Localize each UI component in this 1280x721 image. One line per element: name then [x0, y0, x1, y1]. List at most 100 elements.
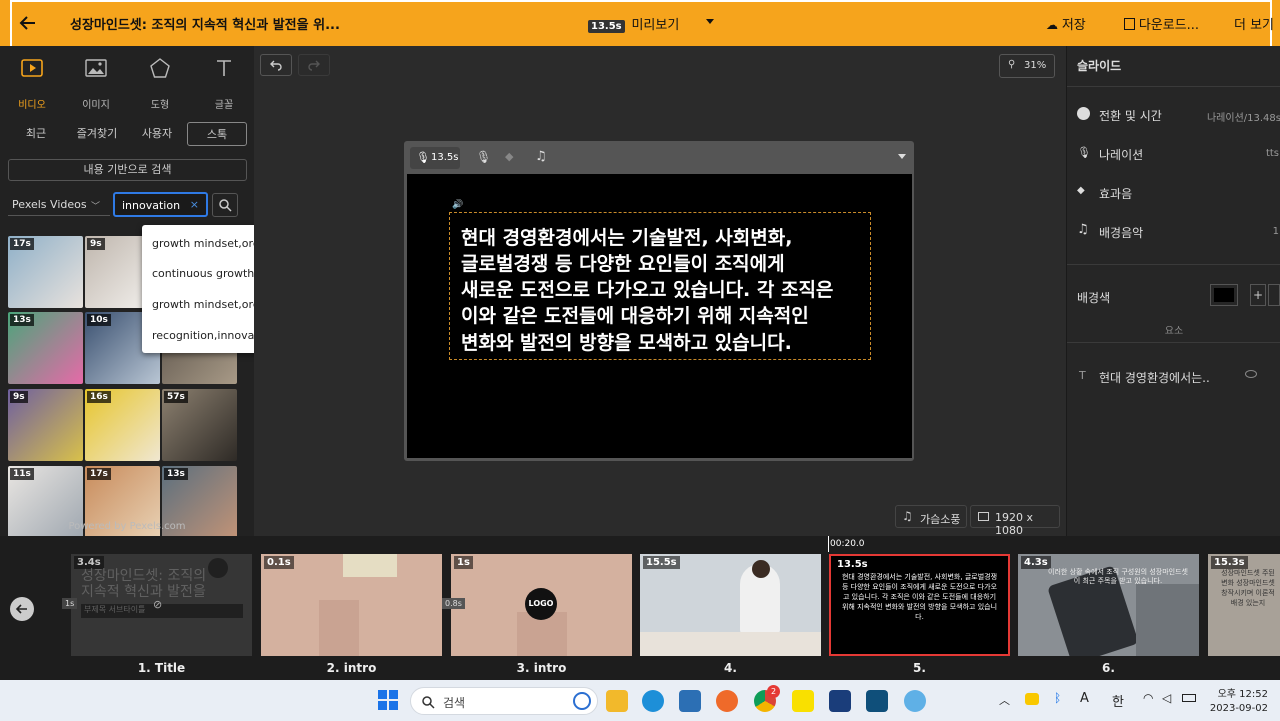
gap-duration[interactable]: 1s: [62, 598, 78, 609]
subtab-user[interactable]: 사용자: [132, 122, 182, 146]
kakaotalk-icon[interactable]: [792, 690, 814, 712]
scene-label: 6.: [1102, 661, 1115, 675]
back-button[interactable]: [18, 13, 40, 33]
video-thumbnail[interactable]: 57s: [162, 389, 237, 461]
cloud-upload-icon: ☁: [1046, 18, 1058, 32]
add-color-button[interactable]: +: [1250, 284, 1266, 306]
scene-thumbnail[interactable]: 15.5s: [640, 554, 821, 656]
caption-box[interactable]: 현대 경영환경에서는 기술발전, 사회변화, 글로벌경쟁 등 다양한 요인들이 …: [449, 212, 871, 360]
resolution-button[interactable]: 1920 x 1080: [970, 505, 1060, 537]
lang-indicator[interactable]: A: [1080, 691, 1089, 706]
scene-thumbnail-selected[interactable]: 13.5s 현대 경영환경에서는 기술발전, 사회변화, 글로벌경쟁 등 다양한…: [829, 554, 1010, 656]
edge-icon[interactable]: [642, 690, 664, 712]
volume-icon[interactable]: ◁: [1162, 691, 1171, 705]
element-row[interactable]: T 현대 경영환경에서는..: [1067, 364, 1280, 390]
scene-label: 2. intro: [326, 661, 377, 675]
subtab-stock[interactable]: 스톡: [187, 122, 247, 146]
content-search-button[interactable]: 내용 기반으로 검색: [8, 159, 247, 181]
music-button[interactable]: ♫ 가슴소풍: [895, 505, 967, 528]
scroll-left-button[interactable]: [10, 597, 34, 621]
store-icon[interactable]: [679, 690, 701, 712]
chat-icon[interactable]: [1025, 693, 1039, 705]
upload-app-icon[interactable]: [829, 690, 851, 712]
resolution-label: 1920 x 1080: [995, 511, 1034, 537]
playhead-time: 00:20.0: [830, 539, 865, 549]
download-button[interactable]: 다운로드...: [1124, 14, 1199, 33]
save-button[interactable]: ☁ 저장: [1046, 14, 1086, 33]
sound-effect-row[interactable]: ◆ 효과음: [1067, 180, 1280, 206]
video-thumbnail[interactable]: 16s: [85, 389, 160, 461]
bg-color-swatch[interactable]: [1210, 284, 1238, 306]
more-color-button[interactable]: [1268, 284, 1280, 306]
start-button[interactable]: [378, 690, 398, 710]
file-explorer-icon[interactable]: [606, 690, 628, 712]
gap-duration[interactable]: 0.8s: [442, 598, 465, 609]
timeline: 00:20.0 3.4s 성장마인드셋: 조직의 지속적 혁신과 발전을 부제목…: [0, 536, 1280, 680]
firefox-icon[interactable]: [716, 690, 738, 712]
subtab-favorites[interactable]: 즐겨찾기: [66, 122, 128, 146]
voice-badge[interactable]: 🎙 13.5s: [410, 147, 460, 169]
preview-control[interactable]: 13.5s 미리보기: [588, 14, 680, 33]
slide-canvas[interactable]: 🔊 현대 경영환경에서는 기술발전, 사회변화, 글로벌경쟁 등 다양한 요인들…: [407, 174, 912, 458]
scene-thumbnail[interactable]: 4.3s 이러한 상황 속에서 조직 구성원의 성장마인드셋이 최근 주목을 받…: [1018, 554, 1199, 656]
tab-text[interactable]: 글꼴: [192, 58, 256, 111]
search-button[interactable]: [212, 193, 238, 217]
transition-row[interactable]: 전환 및 시간 나레이션/13.48s: [1067, 102, 1280, 128]
scene-thumbnail[interactable]: LOGO 1s: [451, 554, 632, 656]
video-thumbnail[interactable]: 17s: [8, 236, 83, 308]
zoom-control[interactable]: ⚲ 31%: [999, 54, 1055, 78]
save-label: 저장: [1061, 18, 1086, 33]
project-title[interactable]: 성장마인드셋: 조직의 지속적 혁신과 발전을 위...: [70, 14, 340, 33]
thumbnail-duration: 16s: [87, 391, 111, 403]
battery-icon[interactable]: [1182, 694, 1196, 702]
taskbar: 검색 2 ︿ ᛒ A 한 ◠ ◁ 오후 12:52 2023-09-02: [0, 680, 1280, 721]
search-input[interactable]: innovation ×: [113, 192, 208, 217]
mic-icon: 🎙: [1077, 146, 1091, 159]
search-icon: [219, 199, 232, 212]
clock-area[interactable]: 오후 12:52 2023-09-02: [1208, 685, 1268, 714]
redo-button[interactable]: [298, 54, 330, 76]
scene-title-text: 성장마인드셋: 조직의 지속적 혁신과 발전을: [81, 568, 207, 600]
eye-icon[interactable]: [1245, 370, 1257, 378]
clear-icon[interactable]: ×: [190, 198, 199, 211]
bg-music-label: 배경음악: [1099, 226, 1144, 240]
chevron-up-icon[interactable]: ︿: [999, 692, 1010, 708]
caption-line: 새로운 도전으로 다가오고 있습니다. 각 조직은: [461, 279, 834, 301]
music-label: 가슴소풍: [920, 513, 961, 526]
scene-thumbnail[interactable]: 0.1s: [261, 554, 442, 656]
app-icon[interactable]: [866, 690, 888, 712]
preview-label: 미리보기: [631, 18, 680, 33]
chrome-icon[interactable]: 2: [754, 685, 780, 712]
subtab-recent[interactable]: 최근: [10, 122, 62, 146]
pentagon-icon: [150, 58, 170, 78]
bluetooth-icon[interactable]: ᛒ: [1054, 691, 1061, 705]
more-button[interactable]: 더 보기: [1234, 14, 1274, 33]
transition-value: 나레이션/13.48s: [1206, 113, 1280, 124]
globe-app-icon[interactable]: [904, 690, 926, 712]
search-input-value: innovation: [122, 199, 181, 212]
speaker-icon: 🔊: [452, 200, 464, 210]
clock-date: 2023-09-02: [1209, 703, 1268, 714]
tab-image[interactable]: 이미지: [64, 58, 128, 111]
bg-music-row[interactable]: ♫ 배경음악 1: [1067, 219, 1280, 245]
sound-effect-icon[interactable]: ◆: [505, 150, 513, 163]
scene-thumbnail[interactable]: 15.3s 성장마인드셋 주된 변화 성장마인드셋 창작시키며 이론적 배경 있…: [1208, 554, 1280, 656]
music-note-icon[interactable]: ♫: [535, 149, 547, 164]
chevron-down-icon[interactable]: [898, 154, 906, 159]
video-thumbnail[interactable]: 13s: [8, 312, 83, 384]
narration-row[interactable]: 🎙 나레이션 tts: [1067, 141, 1280, 167]
scene-label: 3. intro: [516, 661, 567, 675]
mic-icon[interactable]: 🎙: [476, 150, 491, 164]
taskbar-search[interactable]: 검색: [410, 687, 598, 715]
video-thumbnail[interactable]: 9s: [8, 389, 83, 461]
voice-duration: 13.5s: [431, 152, 459, 163]
wifi-icon[interactable]: ◠: [1143, 691, 1153, 705]
tab-video[interactable]: 비디오: [0, 58, 64, 111]
zoom-icon: ⚲: [1008, 59, 1016, 70]
scene-thumbnail[interactable]: 3.4s 성장마인드셋: 조직의 지속적 혁신과 발전을 부제목 서브타이틀 ⊘: [71, 554, 252, 656]
undo-button[interactable]: [260, 54, 292, 76]
ime-indicator[interactable]: 한: [1112, 691, 1124, 710]
tab-shape[interactable]: 도형: [128, 58, 192, 111]
chevron-down-icon[interactable]: [706, 19, 714, 24]
source-select[interactable]: Pexels Videos ﹀: [8, 194, 110, 216]
